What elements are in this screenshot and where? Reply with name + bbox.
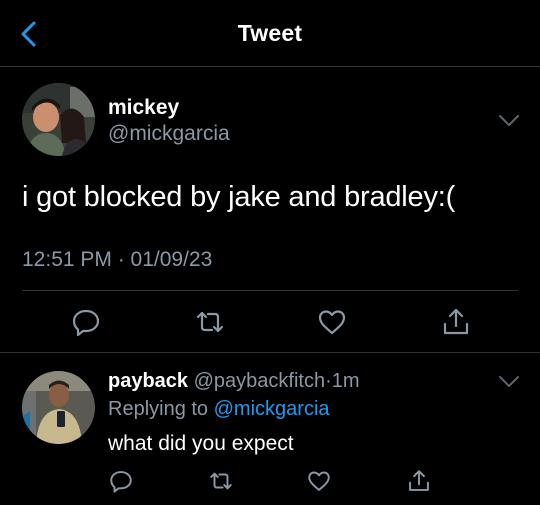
replying-to: Replying to @mickgarcia [108, 398, 330, 421]
replying-to-mention[interactable]: @mickgarcia [214, 398, 330, 420]
reply-icon[interactable] [70, 306, 102, 338]
retweet-icon[interactable] [208, 468, 234, 494]
reply-icon[interactable] [108, 468, 134, 494]
divider [22, 290, 518, 291]
retweet-icon[interactable] [194, 306, 226, 338]
chevron-down-icon[interactable] [498, 114, 520, 128]
replying-to-prefix: Replying to [108, 398, 214, 420]
nav-bar: Tweet [0, 0, 540, 67]
share-icon[interactable] [406, 468, 432, 494]
tweet-timestamp: 12:51 PM · 01/09/23 [22, 248, 213, 271]
reply-author-avatar[interactable] [22, 371, 95, 444]
like-icon[interactable] [316, 306, 348, 338]
like-icon[interactable] [306, 468, 332, 494]
page-title: Tweet [237, 20, 303, 46]
author-name[interactable]: mickey [108, 96, 179, 120]
reply-time: 1m [331, 370, 360, 392]
chevron-down-icon[interactable] [498, 375, 520, 389]
tweet-text: i got blocked by jake and bradley:( [22, 181, 456, 213]
reply-text: what did you expect [108, 432, 294, 455]
author-avatar[interactable] [22, 83, 95, 156]
reply-author-name[interactable]: payback [108, 370, 188, 392]
author-handle[interactable]: @mickgarcia [108, 122, 230, 146]
reply-header: payback @paybackfitch·1m [108, 370, 360, 393]
reply-author-handle[interactable]: @paybackfitch [194, 370, 325, 392]
share-icon[interactable] [440, 306, 472, 338]
reply-separator: · [325, 370, 332, 392]
divider [0, 352, 540, 353]
